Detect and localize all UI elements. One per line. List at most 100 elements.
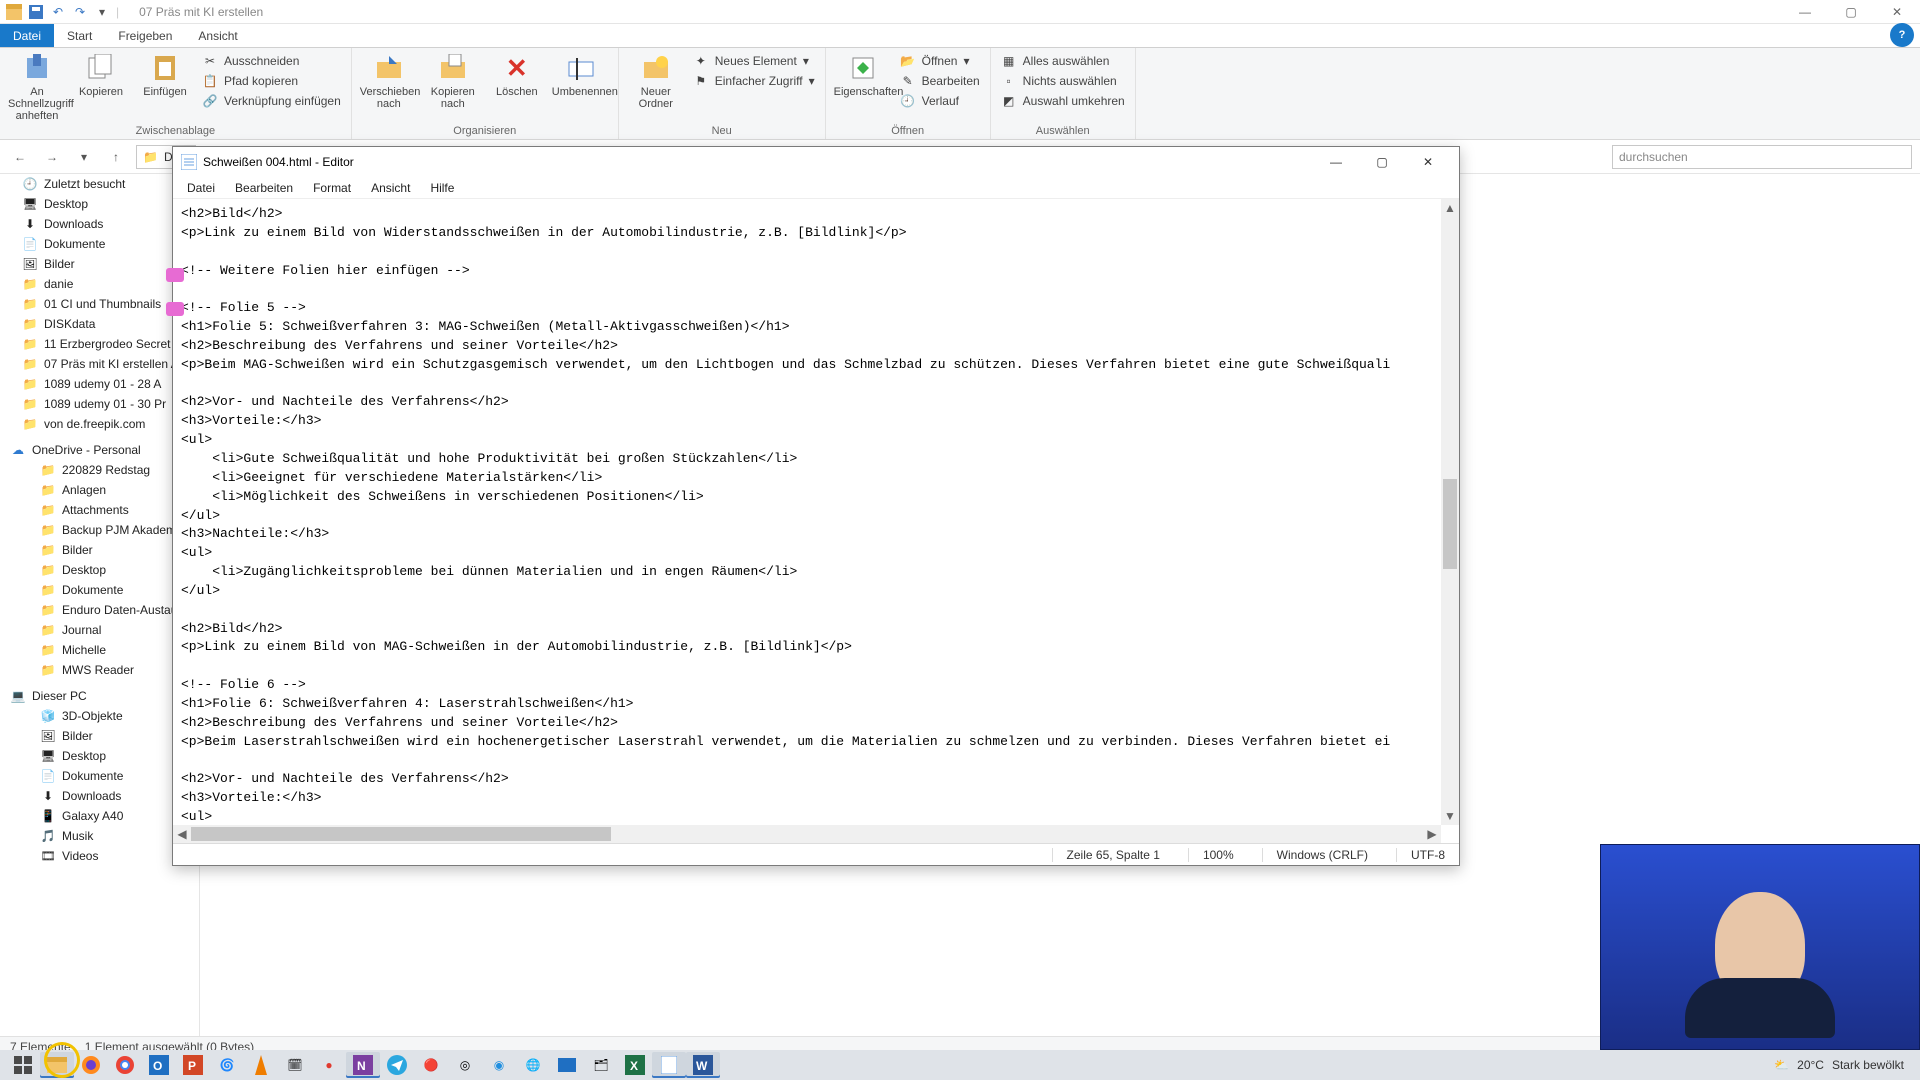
cut-button[interactable]: ✂Ausschneiden — [200, 52, 343, 70]
taskbar-app[interactable]: ◎ — [448, 1052, 482, 1078]
move-to-button[interactable]: Verschieben nach — [360, 52, 418, 110]
scroll-up-icon[interactable]: ▲ — [1441, 199, 1459, 217]
menu-view[interactable]: Ansicht — [363, 179, 418, 197]
tree-item[interactable]: 📁Dokumente — [0, 580, 199, 600]
copy-to-button[interactable]: Kopieren nach — [424, 52, 482, 110]
tree-item[interactable]: 📁Journal — [0, 620, 199, 640]
tree-item[interactable]: 📁DISKdata — [0, 314, 199, 334]
tab-ansicht[interactable]: Ansicht — [185, 24, 250, 47]
notepad-textarea[interactable]: <h2>Bild</h2> <p>Link zu einem Bild von … — [173, 199, 1441, 825]
tree-item[interactable]: 📁Michelle — [0, 640, 199, 660]
taskbar-firefox[interactable] — [74, 1052, 108, 1078]
edit-button[interactable]: ✎Bearbeiten — [898, 72, 982, 90]
open-button[interactable]: 📂Öffnen ▾ — [898, 52, 982, 70]
copy-path-button[interactable]: 📋Pfad kopieren — [200, 72, 343, 90]
tree-item[interactable]: 📄Dokumente — [0, 234, 199, 254]
taskbar-app[interactable]: ● — [312, 1052, 346, 1078]
tree-item[interactable]: 📁11 Erzbergrodeo Secret — [0, 334, 199, 354]
system-tray[interactable]: ⛅ 20°C Stark bewölkt — [1774, 1058, 1914, 1072]
vertical-scrollbar[interactable]: ▲ ▼ — [1441, 199, 1459, 825]
tree-item[interactable]: ⬇Downloads — [0, 214, 199, 234]
new-folder-button[interactable]: Neuer Ordner — [627, 52, 685, 110]
nav-forward-button[interactable]: → — [40, 145, 64, 169]
scrollbar-thumb[interactable] — [1443, 479, 1457, 569]
easy-access-button[interactable]: ⚑Einfacher Zugriff ▾ — [691, 72, 817, 90]
tree-item[interactable]: 🎵Musik — [0, 826, 199, 846]
tree-item[interactable]: 📁Desktop — [0, 560, 199, 580]
scroll-right-icon[interactable]: ▶ — [1423, 825, 1441, 843]
tree-item[interactable]: ⬇Downloads — [0, 786, 199, 806]
qat-save-icon[interactable] — [28, 4, 44, 20]
pin-quickaccess-button[interactable]: An Schnellzugriff anheften — [8, 52, 66, 122]
taskbar-chrome[interactable] — [108, 1052, 142, 1078]
nav-recent-button[interactable]: ▾ — [72, 145, 96, 169]
new-item-button[interactable]: ✦Neues Element ▾ — [691, 52, 817, 70]
tree-quick-access[interactable]: 🕘Zuletzt besucht — [0, 174, 199, 194]
select-none-button[interactable]: ▫Nichts auswählen — [999, 72, 1127, 90]
qat-undo-icon[interactable]: ↶ — [50, 4, 66, 20]
select-all-button[interactable]: ▦Alles auswählen — [999, 52, 1127, 70]
taskbar-app[interactable]: 🗓 — [278, 1052, 312, 1078]
scrollbar-thumb[interactable] — [191, 827, 611, 841]
qat-dropdown-icon[interactable]: ▾ — [94, 4, 110, 20]
tab-start[interactable]: Start — [54, 24, 105, 47]
search-input[interactable]: durchsuchen — [1612, 145, 1912, 169]
menu-format[interactable]: Format — [305, 179, 359, 197]
tree-item[interactable]: 📁von de.freepik.com — [0, 414, 199, 434]
properties-button[interactable]: Eigenschaften — [834, 52, 892, 98]
taskbar-app[interactable]: 🌀 — [210, 1052, 244, 1078]
paste-shortcut-button[interactable]: 🔗Verknüpfung einfügen — [200, 92, 343, 110]
tab-freigeben[interactable]: Freigeben — [105, 24, 185, 47]
taskbar-notepad[interactable] — [652, 1052, 686, 1078]
tree-item[interactable]: 🎞Videos — [0, 846, 199, 866]
weather-icon[interactable]: ⛅ — [1774, 1058, 1789, 1072]
menu-edit[interactable]: Bearbeiten — [227, 179, 301, 197]
taskbar-app[interactable] — [550, 1052, 584, 1078]
nav-up-button[interactable]: ↑ — [104, 145, 128, 169]
taskbar-word[interactable]: W — [686, 1052, 720, 1078]
start-button[interactable] — [6, 1052, 40, 1078]
tree-item[interactable]: 📁Anlagen — [0, 480, 199, 500]
scroll-left-icon[interactable]: ◀ — [173, 825, 191, 843]
minimize-button[interactable]: — — [1782, 0, 1828, 24]
qat-redo-icon[interactable]: ↷ — [72, 4, 88, 20]
maximize-button[interactable]: ▢ — [1828, 0, 1874, 24]
paste-button[interactable]: Einfügen — [136, 52, 194, 98]
taskbar-app[interactable]: ◉ — [482, 1052, 516, 1078]
nav-back-button[interactable]: ← — [8, 145, 32, 169]
taskbar-app[interactable]: 🔴 — [414, 1052, 448, 1078]
tree-item[interactable]: 📁1089 udemy 01 - 28 A — [0, 374, 199, 394]
invert-selection-button[interactable]: ◩Auswahl umkehren — [999, 92, 1127, 110]
tab-datei[interactable]: Datei — [0, 24, 54, 47]
horizontal-scrollbar[interactable]: ◀ ▶ — [173, 825, 1441, 843]
history-button[interactable]: 🕘Verlauf — [898, 92, 982, 110]
taskbar-outlook[interactable]: O — [142, 1052, 176, 1078]
tree-item[interactable]: 🧊3D-Objekte — [0, 706, 199, 726]
tree-item[interactable]: 📄Dokumente — [0, 766, 199, 786]
tree-item[interactable]: 📁Backup PJM Akademie — [0, 520, 199, 540]
np-close-button[interactable]: ✕ — [1405, 148, 1451, 176]
help-icon[interactable]: ? — [1890, 23, 1914, 47]
taskbar-onenote[interactable]: N — [346, 1052, 380, 1078]
taskbar-telegram[interactable] — [380, 1052, 414, 1078]
copy-button[interactable]: Kopieren — [72, 52, 130, 98]
close-button[interactable]: ✕ — [1874, 0, 1920, 24]
taskbar-excel[interactable]: X — [618, 1052, 652, 1078]
tree-item[interactable]: 📁07 Präs mit KI erstellen A — [0, 354, 199, 374]
delete-button[interactable]: ✕Löschen — [488, 52, 546, 98]
tree-item[interactable]: 📁Attachments — [0, 500, 199, 520]
np-minimize-button[interactable]: — — [1313, 148, 1359, 176]
tree-item[interactable]: 📁1089 udemy 01 - 30 Pr — [0, 394, 199, 414]
tree-item[interactable]: 🖼Bilder — [0, 726, 199, 746]
tree-item[interactable]: 🖥Desktop — [0, 746, 199, 766]
tree-this-pc[interactable]: 💻Dieser PC — [0, 686, 199, 706]
tree-onedrive[interactable]: ☁OneDrive - Personal — [0, 440, 199, 460]
taskbar-vlc[interactable] — [244, 1052, 278, 1078]
notepad-titlebar[interactable]: Schweißen 004.html - Editor — ▢ ✕ — [173, 147, 1459, 177]
taskbar-powerpoint[interactable]: P — [176, 1052, 210, 1078]
tree-item[interactable]: 🖥Desktop — [0, 194, 199, 214]
taskbar-explorer[interactable] — [40, 1052, 74, 1078]
scroll-down-icon[interactable]: ▼ — [1441, 807, 1459, 825]
menu-file[interactable]: Datei — [179, 179, 223, 197]
tree-item[interactable]: 📁Bilder — [0, 540, 199, 560]
